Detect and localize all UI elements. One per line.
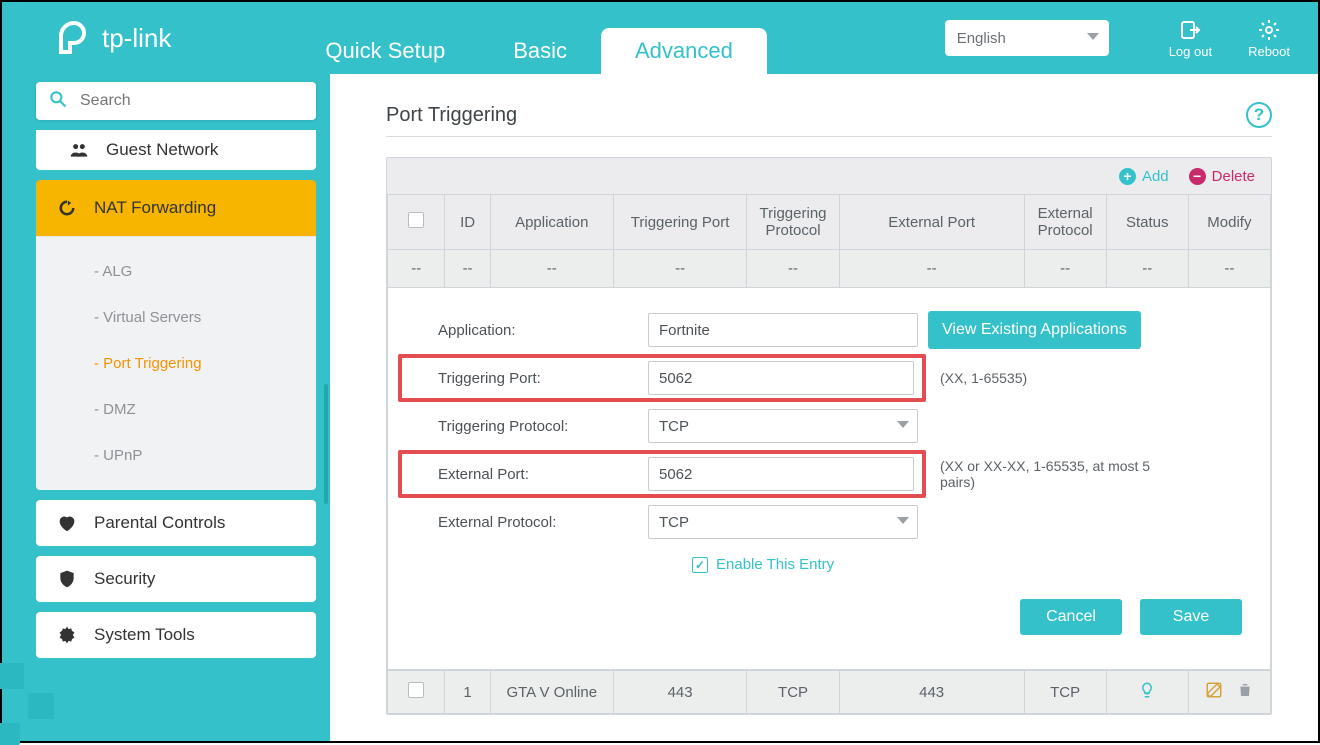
enable-entry-label[interactable]: Enable This Entry (716, 556, 834, 573)
label-triggering-port: Triggering Port: (402, 370, 648, 387)
triggering-port-input[interactable] (648, 361, 914, 395)
th-id: ID (445, 195, 490, 250)
delete-button[interactable]: − Delete (1189, 168, 1255, 185)
plus-icon: + (1119, 168, 1136, 185)
label-application: Application: (398, 322, 648, 339)
parental-controls-icon (56, 512, 78, 534)
brand-logo: tp-link (56, 20, 171, 56)
trash-icon[interactable] (1237, 681, 1253, 703)
decorative-squares (0, 625, 68, 745)
reboot-button[interactable]: Reboot (1248, 18, 1290, 59)
nat-submenu: - ALG - Virtual Servers - Port Triggerin… (36, 236, 316, 490)
sidebar-scrollbar[interactable] (324, 384, 328, 504)
table-panel: + Add − Delete ID A (386, 157, 1272, 715)
label-external-protocol: External Protocol: (398, 514, 648, 531)
th-triggering-port: Triggering Port (613, 195, 746, 250)
port-triggering-table: ID Application Triggering Port Triggerin… (387, 194, 1271, 288)
sidebar-item-parental-controls[interactable]: Parental Controls (36, 500, 316, 546)
chevron-down-icon (897, 421, 909, 428)
cancel-button[interactable]: Cancel (1020, 599, 1122, 635)
search-input[interactable] (78, 91, 304, 111)
sidebar-item-label: System Tools (94, 625, 195, 645)
hint-external-port: (XX or XX-XX, 1-65535, at most 5 pairs) (926, 458, 1156, 490)
th-triggering-protocol: Triggering Protocol (747, 195, 839, 250)
view-existing-apps-button[interactable]: View Existing Applications (928, 311, 1141, 349)
logout-button[interactable]: Log out (1169, 18, 1212, 59)
port-triggering-data-table: 1 GTA V Online 443 TCP 443 TCP (387, 670, 1271, 714)
sidebar-item-guest-network[interactable]: Guest Network (36, 130, 316, 170)
header-tabs: Quick Setup Basic Advanced (291, 2, 767, 74)
shield-icon (56, 568, 78, 590)
sidebar-item-label: Guest Network (106, 140, 218, 160)
sub-item-virtual-servers[interactable]: - Virtual Servers (36, 294, 316, 340)
edit-icon[interactable] (1205, 681, 1223, 703)
sub-item-upnp[interactable]: - UPnP (36, 432, 316, 478)
guest-network-icon (68, 139, 90, 161)
table-row: 1 GTA V Online 443 TCP 443 TCP (388, 671, 1271, 714)
nat-forwarding-icon (56, 197, 78, 219)
tab-basic[interactable]: Basic (479, 28, 601, 74)
label-triggering-protocol: Triggering Protocol: (398, 418, 648, 435)
save-button[interactable]: Save (1140, 599, 1242, 635)
page-title: Port Triggering (386, 104, 517, 127)
chevron-down-icon (897, 517, 909, 524)
reboot-icon (1257, 18, 1281, 42)
th-external-protocol: External Protocol (1024, 195, 1106, 250)
sidebar-item-label: Security (94, 569, 155, 589)
status-bulb-icon[interactable] (1138, 686, 1156, 703)
language-value: English (957, 30, 1006, 47)
tab-quick-setup[interactable]: Quick Setup (291, 28, 479, 74)
th-status: Status (1106, 195, 1188, 250)
sidebar: Guest Network NAT Forwarding - ALG - Vir… (2, 74, 330, 741)
th-modify: Modify (1188, 195, 1270, 250)
external-protocol-select[interactable]: TCP (648, 505, 918, 539)
external-port-input[interactable] (648, 457, 914, 491)
sidebar-menu: Guest Network NAT Forwarding - ALG - Vir… (36, 130, 316, 658)
logout-icon (1178, 18, 1202, 42)
hint-triggering-port: (XX, 1-65535) (926, 370, 1027, 386)
search-box[interactable] (36, 82, 316, 120)
search-icon (48, 89, 68, 114)
minus-icon: − (1189, 168, 1206, 185)
sidebar-item-system-tools[interactable]: System Tools (36, 612, 316, 658)
select-all-checkbox[interactable] (408, 212, 424, 228)
enable-entry-checkbox[interactable] (692, 557, 708, 573)
sidebar-item-label: NAT Forwarding (94, 198, 216, 218)
application-input[interactable] (648, 313, 918, 347)
sub-item-dmz[interactable]: - DMZ (36, 386, 316, 432)
label-external-port: External Port: (402, 466, 648, 483)
highlight-external-port: External Port: (398, 450, 926, 498)
help-button[interactable]: ? (1246, 102, 1272, 128)
brand-name: tp-link (102, 23, 171, 54)
tplink-logo-icon (56, 20, 92, 56)
sidebar-item-security[interactable]: Security (36, 556, 316, 602)
row-checkbox[interactable] (408, 682, 424, 698)
chevron-down-icon (1087, 33, 1099, 40)
entry-form: Application: View Existing Applications … (387, 288, 1271, 670)
th-external-port: External Port (839, 195, 1024, 250)
content: Port Triggering ? + Add − Delete (330, 74, 1318, 741)
tab-advanced[interactable]: Advanced (601, 28, 767, 74)
header: tp-link Quick Setup Basic Advanced Engli… (2, 2, 1318, 74)
th-application: Application (490, 195, 613, 250)
table-empty-row: ------------------ (388, 250, 1271, 288)
sidebar-item-nat-forwarding[interactable]: NAT Forwarding (36, 180, 316, 236)
language-select[interactable]: English (945, 20, 1109, 56)
sidebar-item-label: Parental Controls (94, 513, 225, 533)
sub-item-port-triggering[interactable]: - Port Triggering (36, 340, 316, 386)
triggering-protocol-select[interactable]: TCP (648, 409, 918, 443)
add-button[interactable]: + Add (1119, 168, 1169, 185)
sub-item-alg[interactable]: - ALG (36, 248, 316, 294)
highlight-triggering-port: Triggering Port: (398, 354, 926, 402)
